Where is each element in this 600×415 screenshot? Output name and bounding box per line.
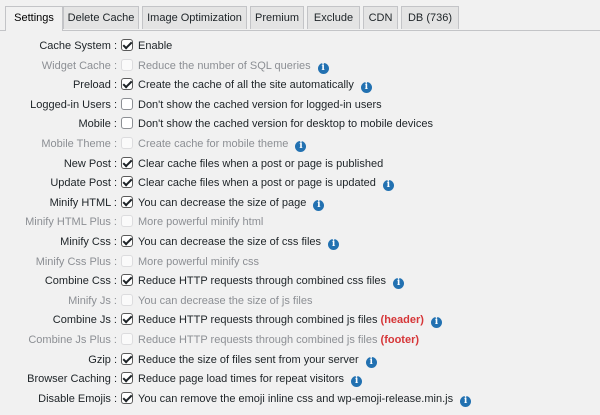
row-combine-css: Combine Css : Reduce HTTP requests throu…: [0, 272, 600, 291]
combine-css-checkbox[interactable]: [121, 274, 133, 287]
header-tag: (header): [380, 314, 424, 327]
combine-js-checkbox[interactable]: [121, 313, 133, 326]
info-icon[interactable]: i: [317, 62, 329, 74]
combine-js-label: Combine Js :: [52, 314, 117, 327]
logged-in-users-desc: Don't show the cached version for logged…: [138, 98, 382, 111]
minify-css-label: Minify Css :: [60, 236, 117, 248]
combine-js-plus-desc: Reduce HTTP requests through combined js…: [138, 334, 420, 346]
browser-caching-checkbox[interactable]: [121, 372, 133, 385]
row-new-post: New Post : Clear cache files when a post…: [0, 155, 600, 174]
gzip-label: Gzip :: [88, 353, 117, 366]
tab-delete-cache[interactable]: Delete Cache: [63, 6, 139, 29]
row-combine-js-plus: Combine Js Plus : Reduce HTTP requests t…: [0, 331, 600, 350]
mobile-theme-label: Mobile Theme :: [41, 138, 117, 150]
info-icon[interactable]: i: [360, 82, 372, 94]
row-logged-in-users: Logged-in Users : Don't show the cached …: [0, 96, 600, 115]
row-minify-css-plus: Minify Css Plus : More powerful minify c…: [0, 253, 600, 272]
minify-html-plus-label: Minify HTML Plus :: [25, 216, 117, 229]
preload-label: Preload :: [72, 79, 117, 92]
combine-css-desc: Reduce HTTP requests through combined cs…: [138, 272, 405, 291]
minify-css-plus-label: Minify Css Plus :: [35, 255, 117, 268]
new-post-checkbox[interactable]: [121, 156, 133, 169]
tab-exclude[interactable]: Exclude: [307, 6, 360, 29]
update-post-desc: Clear cache files when a post or page is…: [138, 174, 394, 193]
row-minify-html: Minify HTML : You can decrease the size …: [0, 194, 600, 213]
logged-in-users-checkbox[interactable]: [121, 97, 133, 110]
minify-css-desc: You can decrease the size of css files i: [138, 233, 340, 252]
mobile-theme-desc: Create cache for mobile theme i: [138, 135, 307, 154]
preload-checkbox[interactable]: [121, 78, 133, 91]
row-update-post: Update Post : Clear cache files when a p…: [0, 174, 600, 193]
widget-cache-label: Widget Cache :: [41, 59, 117, 72]
update-post-label: Update Post :: [50, 177, 117, 190]
row-minify-html-plus: Minify HTML Plus : More powerful minify …: [0, 213, 600, 232]
minify-css-plus-checkbox[interactable]: [121, 254, 133, 267]
row-minify-css: Minify Css : You can decrease the size o…: [0, 233, 600, 252]
row-widget-cache: Widget Cache : Reduce the number of SQL …: [0, 57, 600, 76]
info-icon[interactable]: i: [393, 278, 405, 290]
new-post-label: New Post :: [63, 157, 117, 170]
minify-js-label: Minify Js :: [68, 294, 117, 307]
cache-system-desc: Enable: [138, 40, 173, 52]
gzip-desc: Reduce the size of files sent from your …: [138, 351, 377, 370]
mobile-checkbox[interactable]: [121, 117, 133, 130]
cache-system-checkbox[interactable]: [121, 39, 133, 51]
browser-caching-desc: Reduce page load times for repeat visito…: [138, 370, 363, 389]
widget-cache-desc: Reduce the number of SQL queries i: [138, 57, 329, 76]
info-icon[interactable]: i: [382, 180, 394, 192]
tab-cdn[interactable]: CDN: [363, 6, 398, 29]
row-minify-js: Minify Js : You can decrease the size of…: [0, 292, 600, 311]
minify-css-checkbox[interactable]: [121, 235, 133, 247]
info-icon[interactable]: i: [460, 395, 472, 407]
disable-emojis-label: Disable Emojis :: [38, 392, 117, 405]
preload-desc: Create the cache of all the site automat…: [138, 76, 372, 95]
row-browser-caching: Browser Caching : Reduce page load times…: [0, 370, 600, 389]
info-icon[interactable]: i: [351, 376, 363, 388]
disable-emojis-desc: You can remove the emoji inline css and …: [138, 390, 472, 409]
tab-image-optimization[interactable]: Image Optimization: [142, 6, 247, 29]
info-icon[interactable]: i: [295, 141, 307, 152]
mobile-label: Mobile :: [78, 118, 117, 131]
cache-system-label: Cache System :: [39, 40, 117, 52]
mobile-desc: Don't show the cached version for deskto…: [138, 118, 433, 131]
mobile-theme-checkbox[interactable]: [121, 137, 133, 149]
minify-html-label: Minify HTML :: [49, 196, 117, 209]
minify-html-plus-checkbox[interactable]: [121, 215, 133, 228]
minify-js-checkbox[interactable]: [121, 293, 133, 306]
combine-js-desc: Reduce HTTP requests through combined js…: [138, 311, 442, 330]
tab-settings[interactable]: Settings: [5, 6, 63, 31]
row-mobile-theme: Mobile Theme : Create cache for mobile t…: [0, 135, 600, 154]
minify-html-plus-desc: More powerful minify html: [138, 216, 264, 229]
disable-emojis-checkbox[interactable]: [121, 391, 133, 404]
settings-tabs: Settings Delete Cache Image Optimization…: [0, 0, 600, 31]
combine-css-label: Combine Css :: [44, 275, 117, 288]
minify-css-plus-desc: More powerful minify css: [138, 255, 260, 268]
minify-html-checkbox[interactable]: [121, 195, 133, 208]
row-disable-emojis: Disable Emojis : You can remove the emoj…: [0, 390, 600, 409]
row-gzip: Gzip : Reduce the size of files sent fro…: [0, 351, 600, 370]
minify-html-desc: You can decrease the size of page i: [138, 194, 325, 213]
row-combine-js: Combine Js : Reduce HTTP requests throug…: [0, 311, 600, 330]
gzip-checkbox[interactable]: [121, 352, 133, 365]
tab-db[interactable]: DB (736): [401, 6, 459, 29]
new-post-desc: Clear cache files when a post or page is…: [138, 157, 384, 170]
info-icon[interactable]: i: [365, 356, 377, 368]
logged-in-users-label: Logged-in Users :: [30, 98, 117, 111]
info-icon[interactable]: i: [328, 239, 340, 250]
info-icon[interactable]: i: [313, 199, 325, 211]
info-icon[interactable]: i: [430, 317, 442, 329]
footer-tag: (footer): [380, 334, 420, 346]
row-mobile: Mobile : Don't show the cached version f…: [0, 115, 600, 134]
combine-js-plus-label: Combine Js Plus :: [28, 334, 117, 346]
minify-js-desc: You can decrease the size of js files: [138, 294, 313, 307]
tab-premium[interactable]: Premium: [250, 6, 304, 29]
widget-cache-checkbox[interactable]: [121, 58, 133, 71]
combine-js-plus-checkbox[interactable]: [121, 333, 133, 345]
update-post-checkbox[interactable]: [121, 176, 133, 189]
row-preload: Preload : Create the cache of all the si…: [0, 76, 600, 95]
row-cache-system: Cache System : Enable: [0, 37, 600, 56]
browser-caching-label: Browser Caching :: [27, 373, 117, 386]
